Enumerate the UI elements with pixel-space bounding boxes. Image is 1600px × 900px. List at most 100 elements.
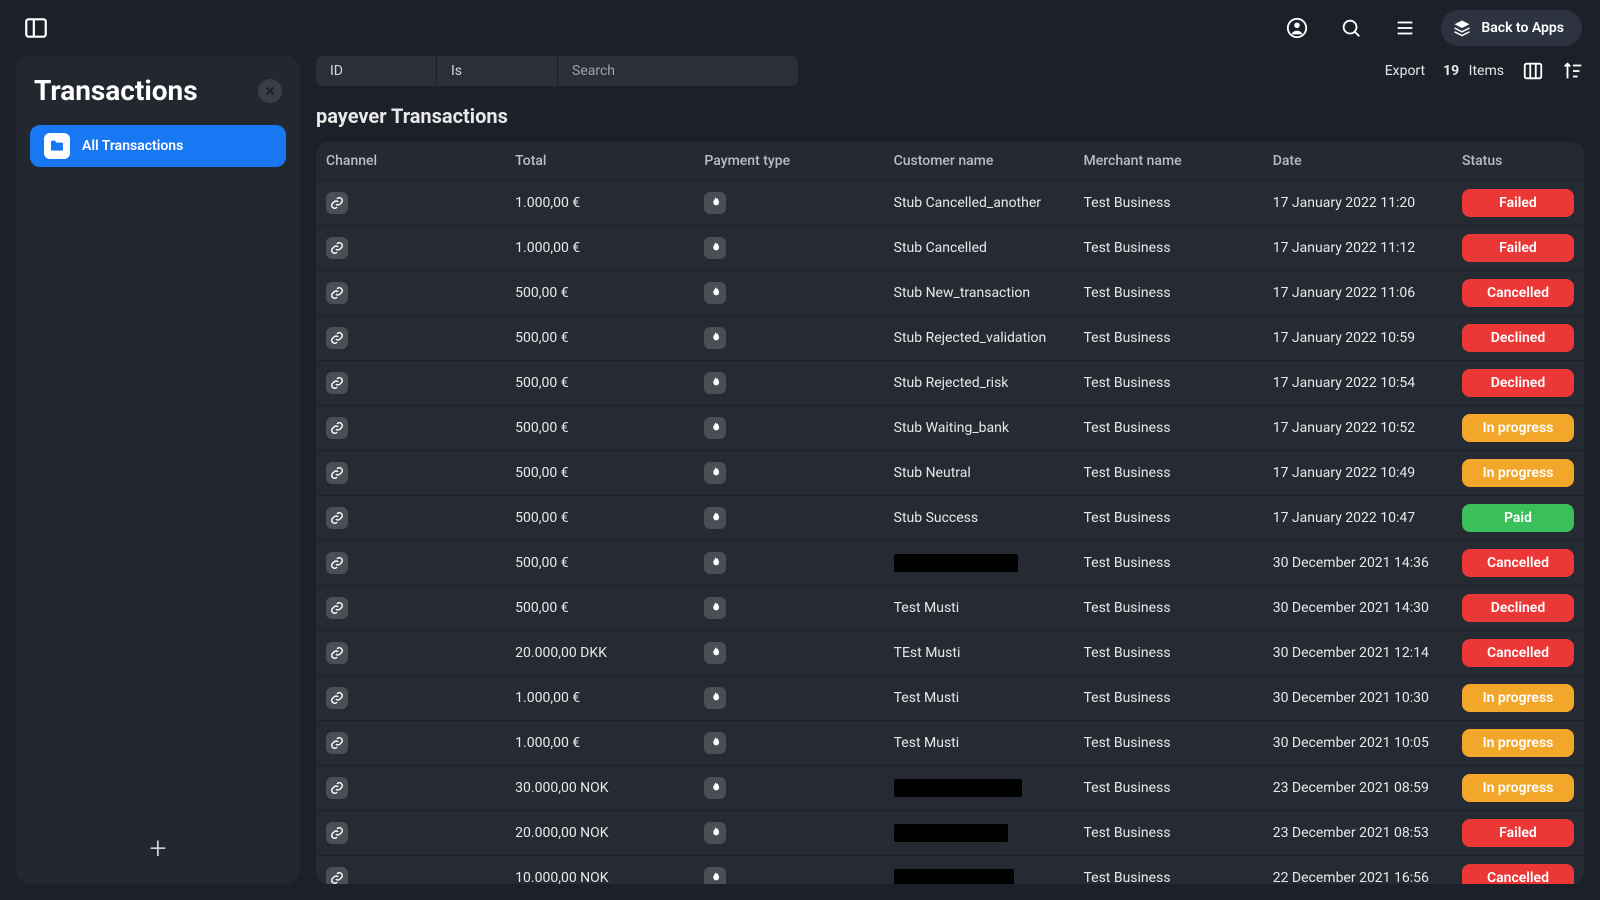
status-badge: Declined <box>1462 594 1574 622</box>
col-ptype[interactable]: Payment type <box>694 142 883 181</box>
cell-date: 17 January 2022 10:47 <box>1273 510 1415 526</box>
table-row[interactable]: 1.000,00 €Stub Cancelled_anotherTest Bus… <box>316 181 1584 226</box>
cell-merchant: Test Business <box>1083 285 1170 301</box>
flame-icon <box>704 732 726 754</box>
table-row[interactable]: 500,00 €Stub Rejected_riskTest Business1… <box>316 361 1584 406</box>
sort-icon[interactable] <box>1562 60 1584 82</box>
table-row[interactable]: 20.000,00 DKKTEst MustiTest Business30 D… <box>316 631 1584 676</box>
link-icon <box>326 327 348 349</box>
cell-customer: Stub New_transaction <box>894 285 1030 301</box>
status-badge: Declined <box>1462 369 1574 397</box>
cell-merchant: Test Business <box>1083 330 1170 346</box>
link-icon <box>326 282 348 304</box>
cell-merchant: Test Business <box>1083 645 1170 661</box>
menu-icon[interactable] <box>1387 10 1423 46</box>
status-badge: Cancelled <box>1462 639 1574 667</box>
redacted-name <box>894 869 1014 884</box>
items-count: 19 <box>1443 63 1459 79</box>
status-badge: In progress <box>1462 774 1574 802</box>
account-icon[interactable] <box>1279 10 1315 46</box>
cell-total: 500,00 € <box>515 465 568 481</box>
cell-date: 30 December 2021 10:30 <box>1273 690 1429 706</box>
status-badge: Failed <box>1462 234 1574 262</box>
table-row[interactable]: 500,00 €Stub SuccessTest Business17 Janu… <box>316 496 1584 541</box>
cell-total: 30.000,00 NOK <box>515 780 608 796</box>
cell-customer: TEst Musti <box>894 645 961 661</box>
filter-field-dropdown[interactable]: ID <box>316 56 436 86</box>
columns-icon[interactable] <box>1522 60 1544 82</box>
table-row[interactable]: 20.000,00 NOKTest Business23 December 20… <box>316 811 1584 856</box>
back-to-apps-button[interactable]: Back to Apps <box>1441 10 1582 46</box>
cell-merchant: Test Business <box>1083 870 1170 884</box>
cell-total: 1.000,00 € <box>515 735 580 751</box>
flame-icon <box>704 417 726 439</box>
flame-icon <box>704 642 726 664</box>
col-channel[interactable]: Channel <box>316 142 505 181</box>
status-badge: Failed <box>1462 189 1574 217</box>
table-row[interactable]: 500,00 €Stub New_transactionTest Busines… <box>316 271 1584 316</box>
sidebar-toggle-icon[interactable] <box>18 10 54 46</box>
cell-merchant: Test Business <box>1083 825 1170 841</box>
filter-search-input[interactable]: Search <box>558 56 798 86</box>
status-badge: Cancelled <box>1462 279 1574 307</box>
link-icon <box>326 192 348 214</box>
items-label: Items <box>1469 63 1504 79</box>
col-date[interactable]: Date <box>1263 142 1452 181</box>
close-icon[interactable] <box>258 79 282 103</box>
table-row[interactable]: 500,00 €Test MustiTest Business30 Decemb… <box>316 586 1584 631</box>
col-status[interactable]: Status <box>1452 142 1584 181</box>
cell-merchant: Test Business <box>1083 195 1170 211</box>
cell-merchant: Test Business <box>1083 690 1170 706</box>
cell-total: 1.000,00 € <box>515 240 580 256</box>
stack-icon <box>1453 19 1471 37</box>
cell-customer: Stub Neutral <box>894 465 971 481</box>
back-label: Back to Apps <box>1481 20 1564 36</box>
flame-icon <box>704 507 726 529</box>
link-icon <box>326 552 348 574</box>
cell-merchant: Test Business <box>1083 555 1170 571</box>
add-button[interactable]: + <box>150 831 167 866</box>
cell-total: 20.000,00 DKK <box>515 645 607 661</box>
table-row[interactable]: 1.000,00 €Stub CancelledTest Business17 … <box>316 226 1584 271</box>
cell-date: 17 January 2022 10:49 <box>1273 465 1415 481</box>
flame-icon <box>704 192 726 214</box>
sidebar-item-label: All Transactions <box>82 138 183 154</box>
cell-date: 23 December 2021 08:53 <box>1273 825 1429 841</box>
filter-op-dropdown[interactable]: Is <box>437 56 557 86</box>
col-merch[interactable]: Merchant name <box>1073 142 1262 181</box>
table-row[interactable]: 500,00 €Test Business30 December 2021 14… <box>316 541 1584 586</box>
link-icon <box>326 597 348 619</box>
flame-icon <box>704 552 726 574</box>
cell-merchant: Test Business <box>1083 465 1170 481</box>
col-cust[interactable]: Customer name <box>884 142 1074 181</box>
cell-date: 17 January 2022 10:54 <box>1273 375 1415 391</box>
cell-customer: Stub Cancelled <box>894 240 987 256</box>
table-row[interactable]: 30.000,00 NOK Test Business 23 December 20… <box>316 766 1584 811</box>
table-row[interactable]: 500,00 € Stub Neutral Test Business 17 Janu… <box>316 451 1584 496</box>
status-badge: Declined <box>1462 324 1574 352</box>
cell-date: 30 December 2021 10:05 <box>1273 735 1429 751</box>
link-icon <box>326 777 348 799</box>
link-icon <box>326 462 348 484</box>
sidebar-item-all-transactions[interactable]: All Transactions <box>30 125 286 167</box>
table-row[interactable]: 500,00 €Stub Waiting_bankTest Business17… <box>316 406 1584 451</box>
link-icon <box>326 867 348 884</box>
export-link[interactable]: Export <box>1385 63 1425 79</box>
table-row[interactable]: 10.000,00 NOKTest Business22 December 20… <box>316 856 1584 885</box>
cell-date: 17 January 2022 11:12 <box>1273 240 1415 256</box>
cell-total: 1.000,00 € <box>515 195 580 211</box>
status-badge: In progress <box>1462 729 1574 757</box>
cell-total: 10.000,00 NOK <box>515 870 608 884</box>
cell-merchant: Test Business <box>1083 780 1170 796</box>
table-row[interactable]: 1.000,00 €Test MustiTest Business30 Dece… <box>316 721 1584 766</box>
flame-icon <box>704 867 726 884</box>
table-row[interactable]: 500,00 €Stub Rejected_validationTest Bus… <box>316 316 1584 361</box>
redacted-name <box>894 554 1018 572</box>
table-row[interactable]: 1.000,00 €Test MustiTest Business30 Dece… <box>316 676 1584 721</box>
cell-date: 23 December 2021 08:59 <box>1273 780 1429 796</box>
topbar: Back to Apps <box>0 0 1600 56</box>
search-icon[interactable] <box>1333 10 1369 46</box>
cell-total: 500,00 € <box>515 330 568 346</box>
col-total[interactable]: Total <box>505 142 694 181</box>
cell-date: 17 January 2022 11:20 <box>1273 195 1415 211</box>
